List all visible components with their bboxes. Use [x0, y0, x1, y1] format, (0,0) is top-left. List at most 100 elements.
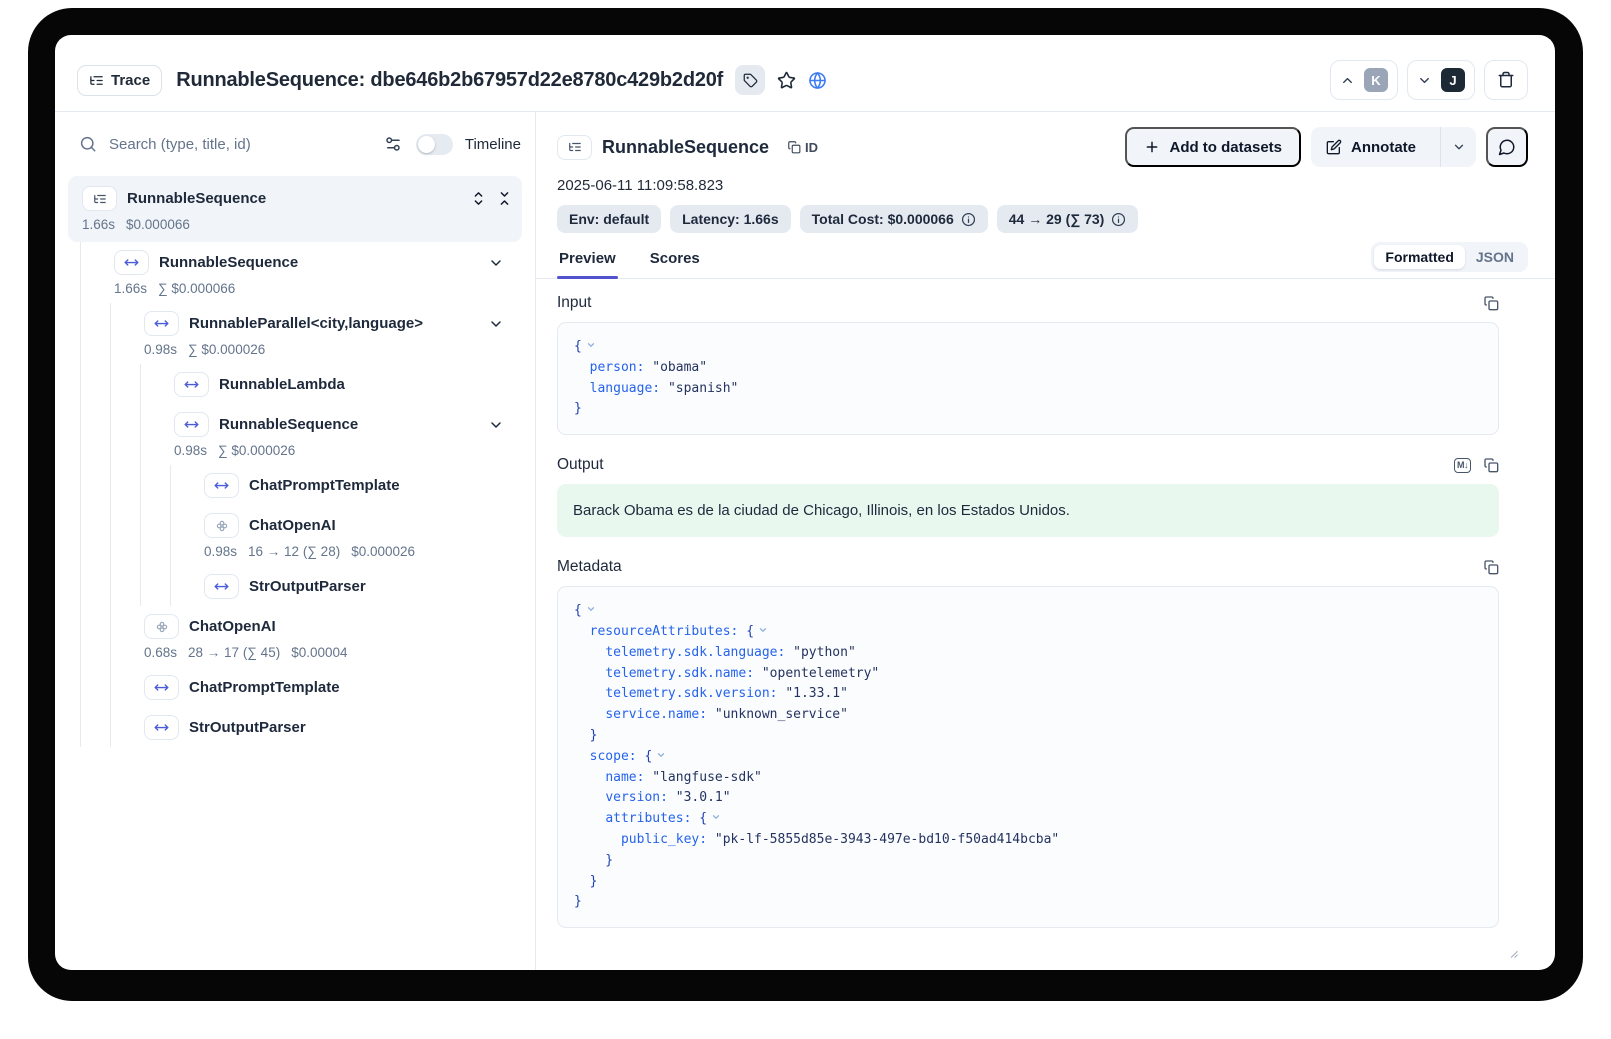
- copy-id-button[interactable]: ID: [787, 140, 818, 155]
- collapse-all-button[interactable]: [497, 191, 512, 206]
- node-latency: 0.98s: [204, 544, 237, 559]
- trash-icon: [1497, 71, 1515, 89]
- json-collapse-chevron-icon[interactable]: [758, 622, 768, 643]
- annotate-split-button: Annotate: [1311, 127, 1476, 167]
- detail-tabs: Preview Scores Formatted JSON: [536, 242, 1555, 279]
- json-collapse-chevron-icon[interactable]: [586, 601, 596, 622]
- node-name: RunnableSequence: [219, 416, 358, 433]
- node-name: ChatPromptTemplate: [249, 477, 400, 494]
- node-cost: $0.00004: [291, 645, 347, 660]
- tag-icon: [743, 73, 758, 88]
- tree-node[interactable]: StrOutputParser: [171, 566, 522, 606]
- collapse-node-button[interactable]: [488, 255, 504, 271]
- window-header: Trace RunnableSequence: dbe646b2b67957d2…: [55, 35, 1555, 112]
- tree-node-root[interactable]: RunnableSequence 1.66s $0.000066: [68, 176, 522, 242]
- add-to-datasets-label: Add to datasets: [1169, 139, 1282, 156]
- panel-resize-handle[interactable]: [1505, 945, 1519, 964]
- tree-settings-button[interactable]: [384, 135, 402, 153]
- comments-button[interactable]: [1486, 127, 1528, 167]
- collapse-node-button[interactable]: [488, 417, 504, 433]
- tree-node[interactable]: RunnableSequence 1.66s ∑ $0.000066: [81, 242, 522, 303]
- metadata-json-viewer[interactable]: { resourceAttributes: { telemetry.sdk.la…: [557, 586, 1499, 928]
- toggle-knob: [418, 136, 435, 153]
- tree-node[interactable]: RunnableLambda: [141, 364, 522, 404]
- collapse-node-button[interactable]: [488, 316, 504, 332]
- span-icon: [174, 412, 209, 437]
- annotate-dropdown-button[interactable]: [1440, 127, 1476, 167]
- id-label: ID: [805, 140, 818, 155]
- node-cost: ∑ $0.000026: [188, 342, 265, 357]
- trace-root-icon: [557, 135, 592, 160]
- json-collapse-chevron-icon[interactable]: [711, 809, 721, 830]
- span-icon: [204, 473, 239, 498]
- sliders-icon: [384, 135, 402, 153]
- star-icon: [777, 71, 796, 90]
- timeline-toggle[interactable]: [416, 134, 453, 155]
- list-tree-icon: [93, 192, 107, 206]
- json-collapse-chevron-icon[interactable]: [586, 337, 596, 358]
- timeline-label: Timeline: [465, 136, 521, 153]
- node-latency: 0.68s: [144, 645, 177, 660]
- span-icon: [144, 715, 179, 740]
- format-option-json[interactable]: JSON: [1465, 245, 1525, 269]
- search-input[interactable]: [109, 136, 372, 153]
- chevron-down-icon: [1417, 73, 1432, 88]
- tags-button[interactable]: [735, 65, 765, 95]
- copy-icon: [1483, 295, 1499, 311]
- node-metrics: 0.98s ∑ $0.000026: [174, 441, 522, 459]
- copy-input-button[interactable]: [1483, 295, 1499, 311]
- tree-node[interactable]: RunnableSequence 0.98s ∑ $0.000026: [141, 404, 522, 465]
- next-trace-button[interactable]: J: [1407, 60, 1475, 100]
- tree-node[interactable]: ChatOpenAI 0.98s 16 → 12 (∑ 28) $0.00002…: [171, 505, 522, 566]
- add-to-datasets-button[interactable]: Add to datasets: [1125, 127, 1301, 167]
- public-share-button[interactable]: [808, 71, 827, 90]
- chevron-down-icon: [1452, 140, 1466, 154]
- node-tokens: 16 → 12 (∑ 28): [248, 544, 340, 559]
- input-section-label: Input: [557, 294, 591, 312]
- observation-timestamp: 2025-06-11 11:09:58.823: [536, 167, 1555, 194]
- tree-node[interactable]: StrOutputParser: [111, 707, 522, 747]
- info-icon: [961, 212, 976, 227]
- tree-node[interactable]: RunnableParallel<city,language> 0.98s ∑ …: [111, 303, 522, 364]
- node-latency: 1.66s: [114, 281, 147, 296]
- span-icon: [144, 675, 179, 700]
- resize-grip-icon: [1505, 945, 1519, 959]
- annotate-label: Annotate: [1351, 139, 1416, 156]
- trace-title: RunnableSequence: dbe646b2b67957d22e8780…: [176, 69, 723, 92]
- chevrons-down-up-icon: [497, 191, 512, 206]
- tree-node[interactable]: ChatOpenAI 0.68s 28 → 17 (∑ 45) $0.00004: [111, 606, 522, 667]
- trace-tree-panel: Timeline RunnableSequence 1.66s: [55, 112, 536, 970]
- node-metrics: 0.98s 16 → 12 (∑ 28) $0.000026: [204, 542, 522, 560]
- shortcut-key-k: K: [1364, 68, 1388, 92]
- input-json-viewer[interactable]: { person: "obama" language: "spanish"}: [557, 322, 1499, 435]
- node-metrics: 1.66s ∑ $0.000066: [114, 279, 522, 297]
- token-usage-badge[interactable]: 44 → 29 (∑ 73): [997, 205, 1139, 233]
- previous-trace-button[interactable]: K: [1330, 60, 1398, 100]
- markdown-toggle-button[interactable]: M↓: [1454, 458, 1471, 473]
- delete-trace-button[interactable]: [1484, 60, 1528, 100]
- tree-node[interactable]: ChatPromptTemplate: [111, 667, 522, 707]
- format-option-formatted[interactable]: Formatted: [1374, 245, 1464, 269]
- info-icon: [1111, 212, 1126, 227]
- tree-node[interactable]: ChatPromptTemplate: [171, 465, 522, 505]
- trace-type-badge: Trace: [77, 65, 162, 96]
- total-cost-badge[interactable]: Total Cost: $0.000066: [800, 205, 988, 233]
- node-cost: $0.000026: [351, 544, 415, 559]
- node-name: StrOutputParser: [249, 578, 366, 595]
- env-badge: Env: default: [557, 205, 661, 233]
- bookmark-star-button[interactable]: [777, 71, 796, 90]
- copy-output-button[interactable]: [1483, 457, 1499, 473]
- tab-preview[interactable]: Preview: [557, 244, 618, 278]
- node-cost: ∑ $0.000066: [158, 281, 235, 296]
- annotate-button[interactable]: Annotate: [1311, 127, 1431, 167]
- node-tokens: 28 → 17 (∑ 45): [188, 645, 280, 660]
- node-name: StrOutputParser: [189, 719, 306, 736]
- plus-icon: [1144, 139, 1160, 155]
- copy-metadata-button[interactable]: [1483, 559, 1499, 575]
- tab-scores[interactable]: Scores: [648, 244, 702, 278]
- trace-tree: RunnableSequence 1.66s $0.000066: [55, 176, 535, 747]
- expand-all-button[interactable]: [471, 191, 486, 206]
- json-collapse-chevron-icon[interactable]: [656, 747, 666, 768]
- preview-content: Input { person: "obama" language: "spani…: [536, 279, 1555, 969]
- node-name: ChatOpenAI: [249, 517, 336, 534]
